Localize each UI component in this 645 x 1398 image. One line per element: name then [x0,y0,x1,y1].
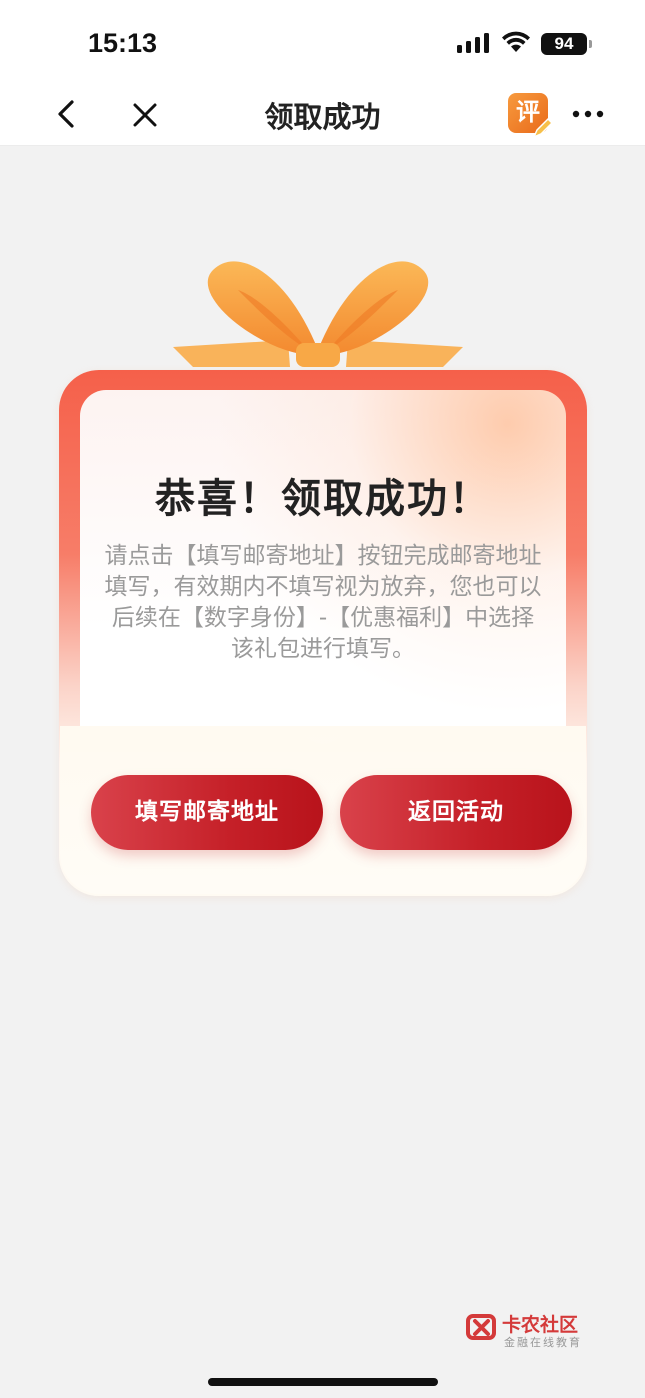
success-title: 恭喜！领取成功！ [155,476,491,522]
battery-icon: 94 [541,33,592,55]
kanong-logo-icon [466,1314,496,1340]
gift-bow-icon [173,261,463,367]
watermark-title: 卡农社区 [502,1314,579,1336]
watermark-subtitle: 金融在线教育 [504,1336,582,1349]
card-notch [60,726,586,752]
home-indicator[interactable] [208,1378,438,1386]
watermark: 卡农社区 金融在线教育 [464,1310,594,1350]
review-icon[interactable]: 评 [508,93,554,139]
success-description: 请点击【填写邮寄地址】按钮完成邮寄地址填写，有效期内不填写视为放弃，您也可以后续… [104,543,542,662]
pen-icon [532,117,554,139]
fill-address-button[interactable]: 填写邮寄地址 [91,775,323,850]
signal-icon [457,33,489,53]
status-time: 15:13 [88,28,158,58]
nav-bar: 领取成功 评 [0,80,645,146]
status-bar: 15:13 94 [0,0,645,80]
more-icon[interactable] [572,110,604,118]
return-activity-button[interactable]: 返回活动 [340,775,572,850]
wifi-icon [502,31,530,52]
